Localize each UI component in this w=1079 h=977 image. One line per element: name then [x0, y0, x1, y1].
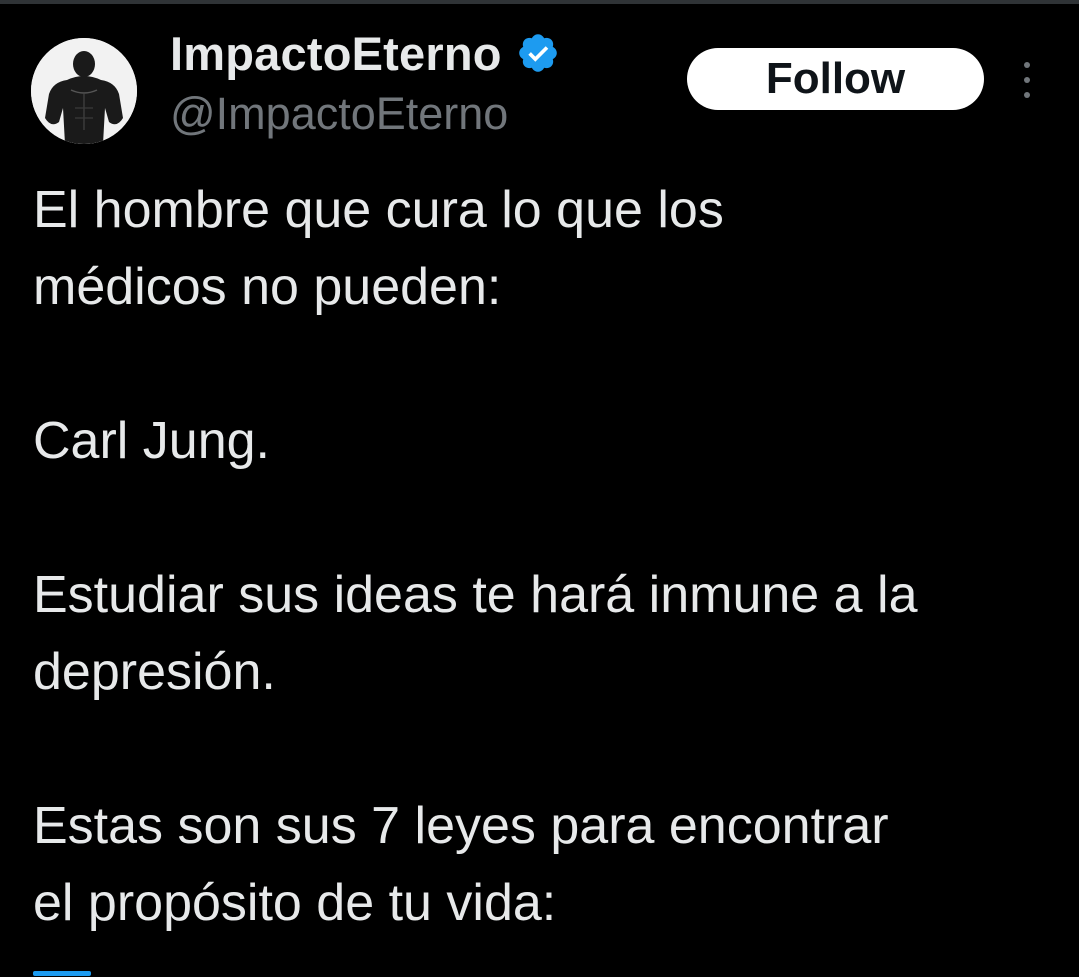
tweet-line: el propósito de tu vida: [33, 874, 557, 932]
tweet-line: médicos no pueden: [33, 258, 502, 316]
more-dot [1024, 62, 1030, 68]
verified-badge-icon [518, 34, 557, 72]
tweet-line: Carl Jung. [33, 412, 270, 470]
avatar[interactable] [31, 38, 137, 144]
more-dot [1024, 92, 1030, 98]
tweet-line-gap [33, 326, 1063, 403]
tweet-header: ImpactoEterno @ImpactoEterno Follow [0, 0, 1079, 160]
tweet-line: El hombre que cura lo que los [33, 181, 724, 239]
muscular-man-silhouette-icon [31, 38, 137, 144]
display-name[interactable]: ImpactoEterno [170, 26, 502, 81]
tweet-line-gap [33, 480, 1063, 557]
user-handle[interactable]: @ImpactoEterno [170, 88, 508, 140]
show-more-link-peek[interactable] [33, 968, 183, 977]
tweet-text: El hombre que cura lo que los médicos no… [33, 172, 1063, 942]
display-name-row: ImpactoEterno [170, 22, 560, 84]
show-more-link-underline [33, 971, 91, 976]
follow-button[interactable]: Follow [687, 48, 984, 110]
tweet-line: Estudiar sus ideas te hará inmune a la [33, 566, 918, 624]
tweet-line: Estas son sus 7 leyes para encontrar [33, 797, 889, 855]
tweet-line: depresión. [33, 643, 276, 701]
more-dot [1024, 77, 1030, 83]
tweet-line-gap [33, 711, 1063, 788]
more-vertical-icon[interactable] [1012, 62, 1042, 98]
